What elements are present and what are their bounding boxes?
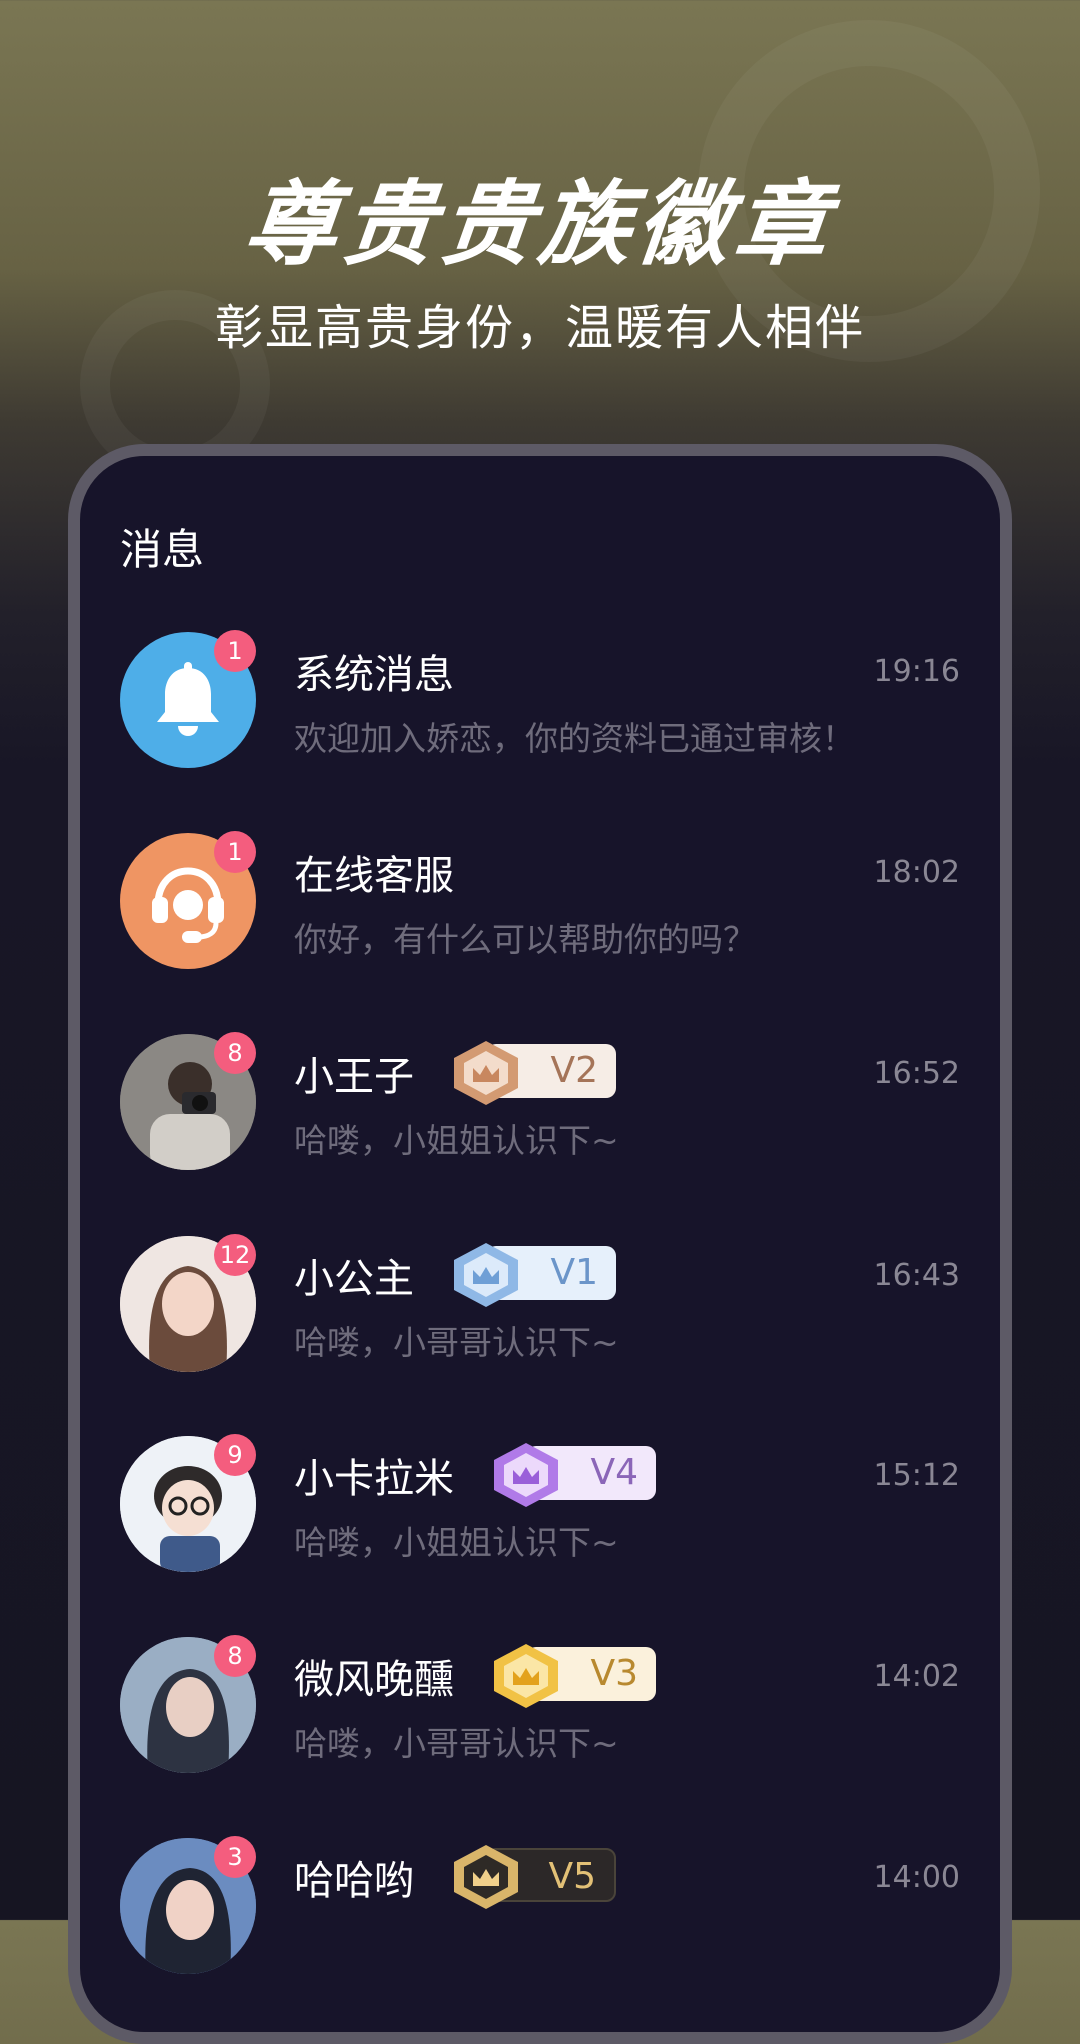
crown-emblem-icon [494,1644,558,1708]
conversation-item[interactable]: 1 在线客服 18:02 你好，有什么可以帮助你的吗？ [120,831,960,973]
conversation-name: 在线客服 [294,853,454,899]
conversation-name: 小王子 [294,1054,414,1100]
conversation-preview: 哈喽，小哥哥认识下~ [294,1323,619,1362]
conversation-time: 16:52 [873,1056,960,1091]
unread-badge: 1 [214,831,256,873]
crown-emblem-icon [454,1845,518,1909]
vip-badge: V2 [446,1038,616,1105]
conversation-name: 小卡拉米 [294,1456,454,1502]
unread-badge: 12 [214,1234,256,1276]
conversation-time: 19:16 [873,654,960,689]
promo-subheadline: 彰显高贵身份，温暖有人相伴 [214,300,865,356]
conversation-item[interactable]: 1 系统消息 19:16 欢迎加入娇恋，你的资料已通过审核！ [120,630,960,772]
conversation-item[interactable]: 8 微风晚醺 V3 14:02 哈喽，小哥哥认识下~ [120,1635,960,1777]
conversation-item[interactable]: 8 小王子 V2 16:52 哈喽，小姐姐认识下~ [120,1032,960,1174]
conversation-time: 18:02 [873,855,960,890]
conversation-time: 14:02 [873,1659,960,1694]
crown-emblem-icon [494,1443,558,1507]
conversation-item[interactable]: 9 小卡拉米 V4 15:12 哈喽，小姐姐认识下~ [120,1434,960,1576]
crown-emblem-icon [454,1243,518,1307]
messages-title: 消息 [120,525,205,574]
unread-badge: 3 [214,1836,256,1878]
unread-badge: 8 [214,1032,256,1074]
conversation-item[interactable]: 3 哈哈哟 V5 14:00 [120,1836,960,1978]
conversation-item[interactable]: 12 小公主 V1 16:43 哈喽，小哥哥认识下~ [120,1234,960,1376]
conversation-name: 小公主 [294,1256,414,1302]
conversation-preview: 哈喽，小姐姐认识下~ [294,1523,619,1562]
promo-headline: 尊贵贵族徽章 [239,171,839,278]
conversation-name: 微风晚醺 [294,1657,454,1703]
conversation-preview: 哈喽，小姐姐认识下~ [294,1121,619,1160]
conversation-preview: 欢迎加入娇恋，你的资料已通过审核！ [294,719,855,758]
conversation-time: 15:12 [873,1458,960,1493]
vip-badge: V4 [486,1440,656,1507]
conversation-time: 16:43 [873,1258,960,1293]
crown-emblem-icon [454,1041,518,1105]
vip-badge: V1 [446,1240,616,1307]
unread-badge: 8 [214,1635,256,1677]
conversation-preview: 哈喽，小哥哥认识下~ [294,1724,619,1763]
conversation-name: 哈哈哟 [294,1858,414,1904]
unread-badge: 1 [214,630,256,672]
conversation-name: 系统消息 [294,652,454,698]
vip-badge: V3 [486,1641,656,1708]
conversation-preview: 你好，有什么可以帮助你的吗？ [294,920,756,959]
unread-badge: 9 [214,1434,256,1476]
conversation-time: 14:00 [873,1860,960,1895]
vip-badge: V5 [446,1842,616,1909]
phone-mockup: 消息 1 系统消息 19:16 欢迎加入娇恋，你的资料已通过审核！ 1 在线客服… [68,444,1012,2044]
